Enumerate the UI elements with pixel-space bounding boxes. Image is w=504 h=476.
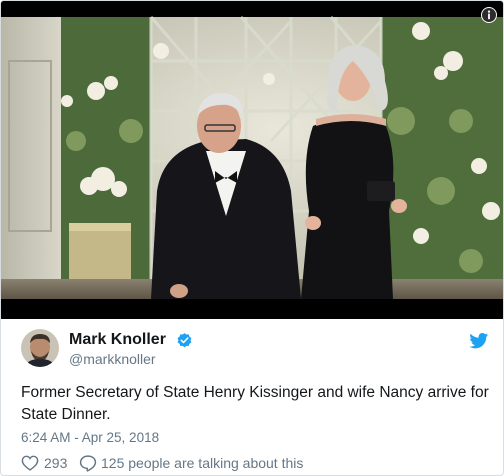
tweet-timestamp[interactable]: 6:24 AM - Apr 25, 2018 <box>21 430 159 445</box>
tweet-text: Former Secretary of State Henry Kissinge… <box>21 384 489 423</box>
author-handle[interactable]: @markknoller <box>69 351 156 367</box>
photo-image <box>1 1 503 319</box>
conversation-link[interactable]: 125 people are talking about this <box>101 455 303 471</box>
tweet-author: Mark Knoller @markknoller <box>21 329 491 373</box>
embedded-tweet: Mark Knoller @markknoller Former Secreta… <box>0 0 504 476</box>
avatar[interactable] <box>21 329 59 367</box>
speech-bubble-icon[interactable] <box>79 455 97 472</box>
info-icon[interactable] <box>481 7 497 23</box>
tweet-photo[interactable] <box>1 1 503 319</box>
heart-icon[interactable] <box>21 455 39 471</box>
author-display-name[interactable]: Mark Knoller <box>69 331 166 349</box>
verified-badge-icon <box>177 333 192 348</box>
like-count[interactable]: 293 <box>44 455 67 471</box>
twitter-bird-icon[interactable] <box>469 333 489 349</box>
